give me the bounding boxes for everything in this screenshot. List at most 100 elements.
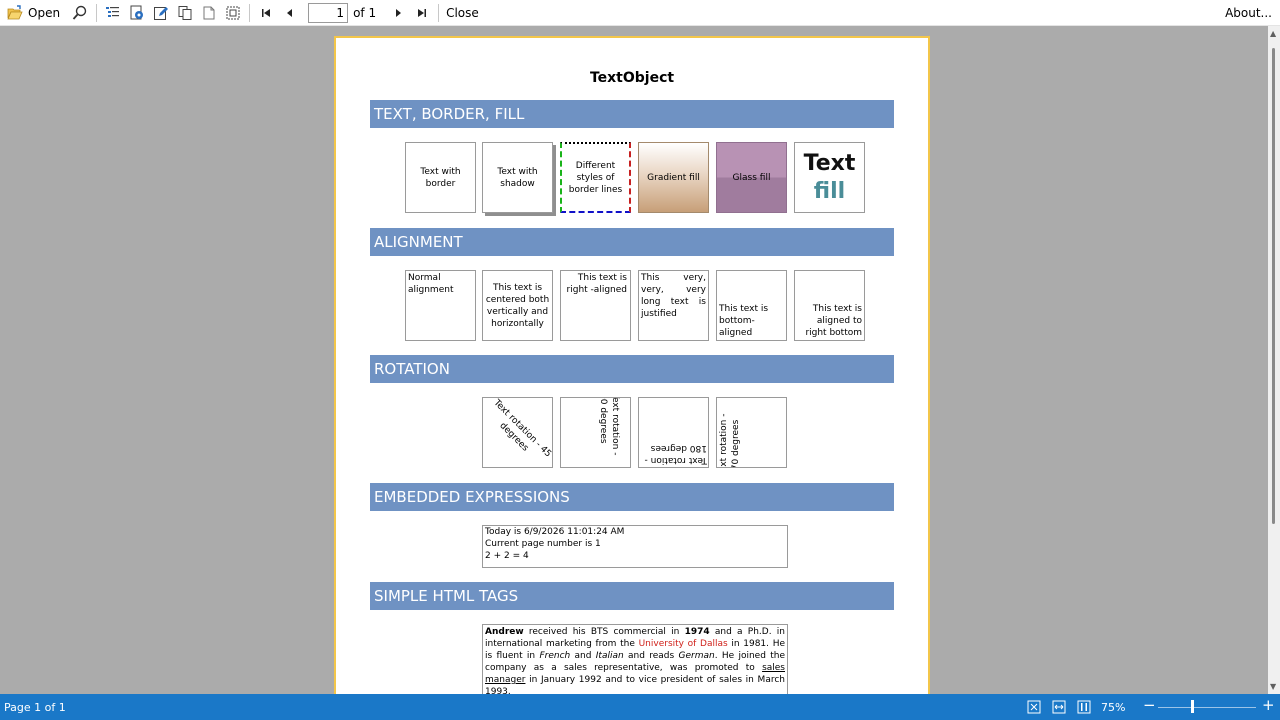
expression-line: Today is 6/9/2026 11:01:24 AM: [485, 527, 625, 537]
open-folder-icon: [6, 4, 24, 22]
new-page-button[interactable]: [197, 2, 221, 24]
zoom-slider-thumb[interactable]: [1191, 700, 1194, 713]
html-text-box: Andrew received his BTS commercial in 19…: [482, 624, 788, 694]
band-simple-html-tags: SIMPLE HTML TAGS: [370, 582, 894, 610]
bottom-alignment-box: This text is bottom-aligned: [716, 270, 787, 341]
gradient-fill-box: Gradient fill: [638, 142, 709, 213]
zoom-in-button[interactable]: +: [1262, 696, 1275, 714]
rotated-text-270: Text rotation - 270 degrees: [719, 413, 741, 468]
band-text-border-fill: TEXT, BORDER, FILL: [370, 100, 894, 128]
outline-button[interactable]: [101, 2, 125, 24]
centered-alignment-box: This text is centered both vertically an…: [482, 270, 553, 341]
prev-page-button[interactable]: [278, 2, 302, 24]
bottom-right-alignment-box: This text is aligned to right bottom: [794, 270, 865, 341]
report-viewer: TextObject TEXT, BORDER, FILL Text with …: [0, 26, 1268, 694]
fit-page-icon[interactable]: [1026, 699, 1042, 715]
last-page-icon: [413, 4, 431, 22]
box-label: Normal alignment: [408, 273, 454, 295]
close-label: Close: [446, 5, 479, 20]
outline-icon: [104, 4, 122, 22]
box-label: Glass fill: [732, 172, 771, 183]
html-text: and: [570, 651, 596, 661]
band-rotation: ROTATION: [370, 355, 894, 383]
html-bold-name: Andrew: [485, 627, 524, 637]
find-button[interactable]: [68, 2, 92, 24]
last-page-button[interactable]: [410, 2, 434, 24]
box-label: This text is aligned to right bottom: [805, 304, 862, 338]
edit-icon: [152, 4, 170, 22]
page-title: TextObject: [589, 70, 675, 86]
box-label: This text is bottom-aligned: [719, 304, 769, 338]
html-italic-italian: Italian: [595, 651, 624, 661]
edit-button[interactable]: [149, 2, 173, 24]
expressions-box: Today is 6/9/2026 11:01:24 AM Current pa…: [482, 525, 788, 568]
scroll-down-icon[interactable]: ▼: [1270, 682, 1276, 691]
rotation-180-box: Text rotation - 180 degrees: [638, 397, 709, 468]
zoom-out-button[interactable]: −: [1143, 696, 1156, 714]
next-page-icon: [389, 4, 407, 22]
zoom-level-label: 75%: [1101, 701, 1126, 714]
toolbar: Open 1 of 1 Close About...: [0, 0, 1280, 26]
close-button[interactable]: Close: [443, 2, 482, 24]
box-label: Gradient fill: [647, 172, 700, 183]
html-text: and reads: [623, 651, 679, 661]
new-page-icon: [200, 4, 218, 22]
about-button[interactable]: About...: [1225, 6, 1272, 20]
html-text: in January 1992 and to vice president of…: [485, 675, 785, 694]
expression-line: 2 + 2 = 4: [485, 551, 529, 561]
vertical-scrollbar[interactable]: ▲ ▼: [1268, 26, 1280, 694]
actual-size-icon[interactable]: [1076, 699, 1092, 715]
html-red-university: University of Dallas: [638, 639, 728, 649]
box-label: Text with border: [420, 166, 461, 189]
fit-width-icon[interactable]: [1051, 699, 1067, 715]
html-bold-year: 1974: [684, 627, 710, 637]
text-fill-box: Text fill: [794, 142, 865, 213]
toolbar-separator: [438, 3, 440, 22]
rotated-text-45: Text rotation - 45 degrees: [491, 398, 553, 460]
find-icon: [71, 4, 89, 22]
band-alignment: ALIGNMENT: [370, 228, 894, 256]
border-styles-box: Different styles of border lines: [560, 142, 631, 213]
zoom-slider-track[interactable]: [1158, 707, 1256, 708]
page-border-button[interactable]: [221, 2, 245, 24]
text-with-border-box: Text with border: [405, 142, 476, 213]
scrollbar-thumb[interactable]: [1272, 48, 1275, 524]
right-alignment-box: This text is right -aligned: [560, 270, 631, 341]
text-with-shadow-box: Text with shadow: [482, 142, 553, 213]
status-bar: Page 1 of 1 75% − +: [0, 694, 1280, 720]
next-page-button[interactable]: [386, 2, 410, 24]
rotation-270-box: Text rotation - 270 degrees: [716, 397, 787, 468]
toolbar-separator: [249, 3, 251, 22]
box-label: This text is right -aligned: [566, 273, 627, 295]
box-label: This very, very, very long text is justi…: [641, 273, 706, 319]
prev-page-icon: [281, 4, 299, 22]
page-settings-icon: [128, 4, 146, 22]
toolbar-separator: [96, 3, 98, 22]
page-status-label: Page 1 of 1: [4, 701, 66, 714]
big-text-line1: Text: [803, 150, 856, 176]
report-page: TextObject TEXT, BORDER, FILL Text with …: [334, 36, 930, 694]
first-page-button[interactable]: [254, 2, 278, 24]
first-page-icon: [257, 4, 275, 22]
band-embedded-expressions: EMBEDDED EXPRESSIONS: [370, 483, 894, 511]
page-count-label: of 1: [353, 5, 377, 20]
box-label: Different styles of border lines: [568, 160, 623, 195]
rotation-45-box: Text rotation - 45 degrees: [482, 397, 553, 468]
normal-alignment-box: Normal alignment: [405, 270, 476, 341]
page-border-icon: [224, 4, 242, 22]
html-italic-german: German: [678, 651, 715, 661]
copy-page-button[interactable]: [173, 2, 197, 24]
box-label: This text is centered both vertically an…: [485, 282, 550, 329]
rotated-text-90: Text rotation - 90 degrees: [598, 397, 620, 456]
page-number-input[interactable]: [308, 2, 349, 23]
page-settings-button[interactable]: [125, 2, 149, 24]
big-text-line2: fill: [813, 178, 846, 204]
html-italic-french: French: [539, 651, 571, 661]
open-label: Open: [28, 5, 61, 20]
justified-alignment-box: This very, very, very long text is justi…: [638, 270, 709, 341]
copy-page-icon: [176, 4, 194, 22]
html-text: received his BTS commercial in: [523, 627, 685, 637]
scroll-up-icon[interactable]: ▲: [1270, 29, 1276, 38]
box-label: Text with shadow: [497, 166, 538, 189]
open-button[interactable]: Open: [3, 2, 63, 24]
